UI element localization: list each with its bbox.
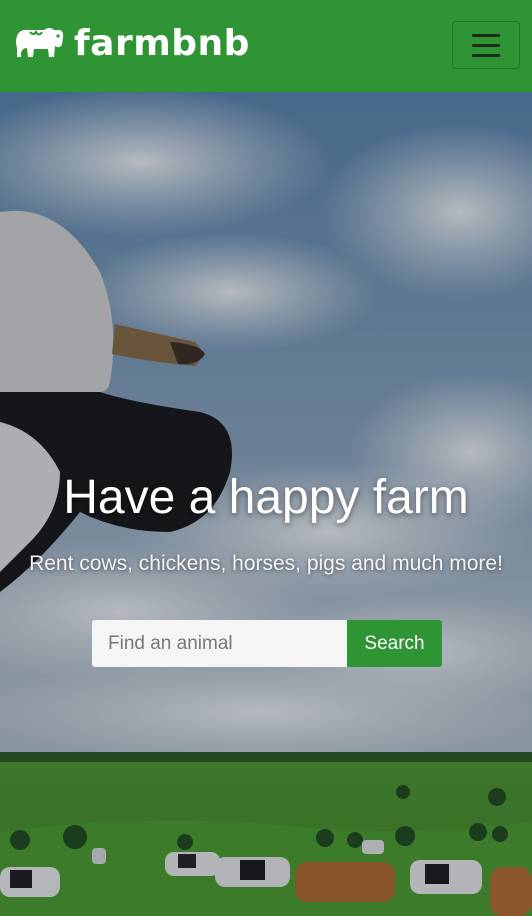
hamburger-line <box>472 53 500 57</box>
hamburger-menu-icon <box>472 33 500 37</box>
hamburger-line <box>472 43 500 47</box>
search-form: Search <box>92 620 442 667</box>
brand-link[interactable]: farmbnb <box>14 24 250 64</box>
hero-section: Have a happy farm Rent cows, chickens, h… <box>0 92 532 916</box>
menu-toggle-button[interactable] <box>452 21 520 69</box>
hero-title: Have a happy farm <box>63 471 469 525</box>
navbar: farmbnb <box>0 0 532 92</box>
cow-icon <box>16 28 64 57</box>
search-input[interactable] <box>92 620 347 667</box>
search-button[interactable]: Search <box>347 620 442 667</box>
hero-subtitle: Rent cows, chickens, horses, pigs and mu… <box>29 552 503 575</box>
brand-name: farmbnb <box>74 23 250 64</box>
